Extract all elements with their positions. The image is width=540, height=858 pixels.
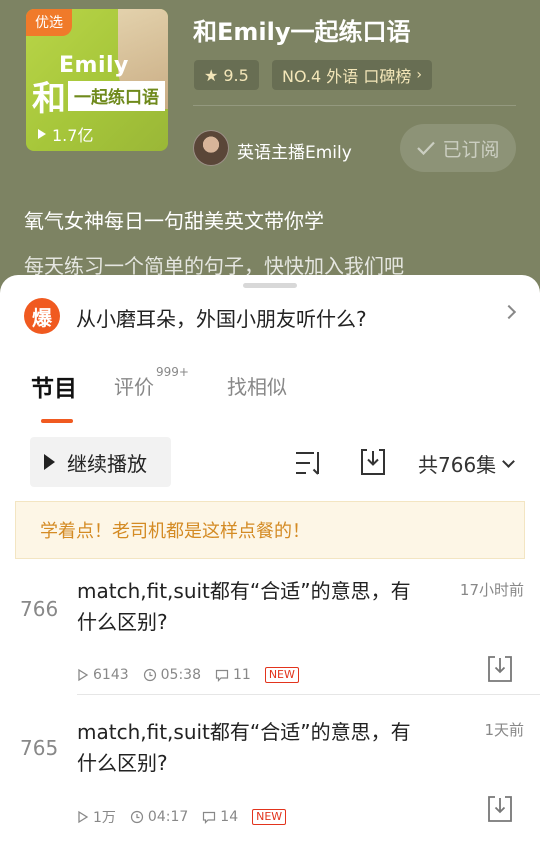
rating-badge[interactable]: ★ 9.5 (194, 60, 259, 90)
episode-plays: 6143 (77, 667, 129, 683)
episode-duration: 05:38 (143, 667, 201, 683)
author-name[interactable]: 英语主播Emily (237, 138, 352, 163)
subscribe-button[interactable]: 已订阅 (400, 124, 516, 172)
rank-badge[interactable]: NO.4 外语 口碑榜 › (272, 60, 432, 90)
episode-duration-value: 05:38 (160, 667, 201, 683)
comment-icon (203, 811, 216, 824)
episode-row[interactable]: 766 match,fit,suit都有“合适”的意思，有什么区别? 17小时前… (0, 571, 540, 695)
chevron-down-icon (502, 454, 516, 468)
episode-comments-value: 14 (220, 809, 239, 825)
cover-play-count: 1.7亿 (38, 122, 93, 146)
episode-number: 765 (20, 736, 59, 760)
new-badge: NEW (264, 667, 299, 683)
episode-time: 1天前 (484, 721, 524, 739)
batch-download-icon[interactable] (359, 447, 387, 477)
tip-banner[interactable]: 学着点！老司机都是这样点餐的！ (15, 501, 525, 559)
episode-plays-value: 1万 (93, 810, 116, 826)
rating-value: 9.5 (223, 65, 249, 85)
sheet-drag-handle[interactable] (243, 283, 297, 288)
tab-bar: 节目 评价999+ 找相似 (0, 365, 540, 425)
play-count-value: 1.7亿 (52, 126, 94, 145)
download-icon[interactable] (487, 795, 513, 823)
play-icon (78, 668, 89, 682)
comment-icon (215, 669, 229, 682)
episode-title: match,fit,suit都有“合适”的意思，有什么区别? (77, 720, 411, 775)
episode-duration-value: 04:17 (147, 809, 189, 825)
play-count-icon (38, 129, 46, 139)
episode-count-selector[interactable]: 共766集 (418, 449, 516, 478)
episode-plays: 1万 (77, 807, 116, 827)
rank-label: NO.4 外语 口碑榜 (282, 67, 412, 86)
episode-time: 17小时前 (459, 581, 524, 599)
episode-sheet: 爆 从小磨耳朵，外国小朋友听什么? 节目 评价999+ 找相似 继续播放 共76… (0, 275, 540, 858)
cover-badge: 优选 (26, 9, 72, 36)
clock-icon (143, 668, 156, 682)
tab-active-indicator (41, 419, 73, 423)
continue-play-button[interactable]: 继续播放 (30, 437, 171, 487)
album-title: 和Emily一起练口语 (193, 18, 411, 46)
cover-he-char: 和 (32, 79, 66, 119)
album-header: 优选 Emily 和 一起练口语 1.7亿 和Emily一起练口语 ★ 9.5 … (0, 0, 540, 300)
play-icon (78, 810, 89, 824)
clock-icon (130, 810, 144, 824)
episode-count-label: 共766集 (418, 453, 497, 477)
episode-toolbar: 继续播放 共766集 (0, 437, 540, 489)
album-description-line1: 氧气女神每日一句甜美英文带你学 (24, 209, 324, 233)
continue-play-label: 继续播放 (67, 451, 147, 476)
check-icon (417, 141, 436, 156)
episode-comments: 11 (215, 667, 251, 683)
author-avatar[interactable] (193, 130, 229, 166)
episode-row[interactable]: 765 match,fit,suit都有“合适”的意思，有什么区别? 1天前 1… (0, 712, 540, 836)
play-icon (44, 454, 55, 470)
subscribe-label: 已订阅 (442, 138, 500, 161)
promo-banner[interactable]: 爆 从小磨耳朵，外国小朋友听什么? (0, 297, 540, 343)
star-icon: ★ (204, 65, 219, 85)
cover-emily-text: Emily (59, 53, 129, 78)
episode-title: match,fit,suit都有“合适”的意思，有什么区别? (77, 579, 411, 634)
header-divider (193, 105, 516, 106)
tab-similar[interactable]: 找相似 (227, 371, 287, 400)
row-divider (77, 694, 540, 695)
tab-episodes[interactable]: 节目 (31, 369, 77, 403)
review-count-badge: 999+ (156, 365, 189, 380)
episode-number: 766 (20, 597, 59, 621)
episode-plays-value: 6143 (93, 667, 129, 683)
episode-duration: 04:17 (130, 809, 188, 825)
promo-text: 从小磨耳朵，外国小朋友听什么? (76, 307, 367, 331)
cover-strip-text: 一起练口语 (68, 81, 165, 111)
chevron-right-icon: › (416, 67, 422, 83)
sort-icon[interactable] (295, 450, 323, 476)
episode-meta: 1万 04:17 14 NEW (77, 807, 287, 827)
chevron-right-icon (501, 304, 517, 320)
hot-icon: 爆 (24, 298, 60, 334)
tab-reviews-label: 评价 (114, 375, 154, 399)
episode-comments-value: 11 (233, 667, 251, 683)
episode-comments: 14 (202, 809, 238, 825)
download-icon[interactable] (487, 655, 513, 683)
episode-meta: 6143 05:38 11 NEW (77, 667, 299, 683)
new-badge: NEW (252, 809, 287, 825)
album-cover[interactable]: 优选 Emily 和 一起练口语 1.7亿 (26, 9, 168, 151)
tab-reviews[interactable]: 评价999+ (114, 365, 189, 400)
